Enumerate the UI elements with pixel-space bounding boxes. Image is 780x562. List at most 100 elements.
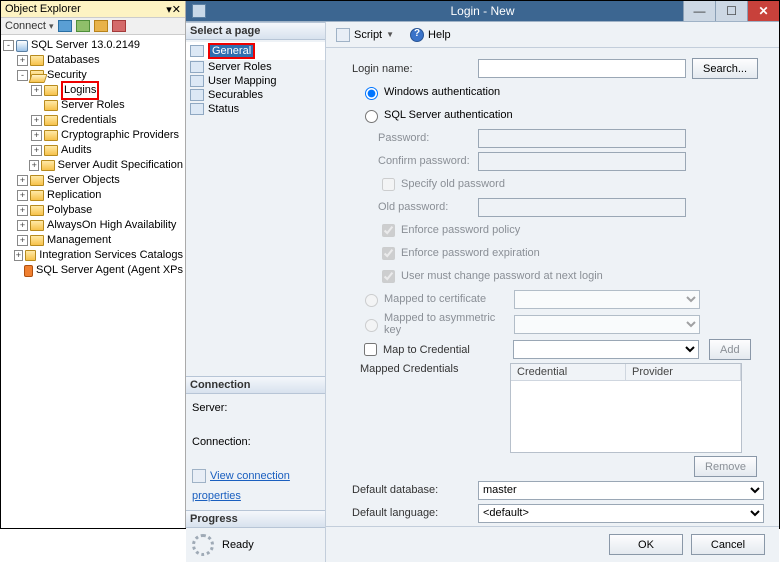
folder-icon [30, 175, 44, 186]
mapped-asym-label: Mapped to asymmetric key [384, 312, 514, 336]
folder-icon [30, 205, 44, 216]
tree-server-objects[interactable]: Server Objects [47, 173, 120, 188]
tree-polybase[interactable]: Polybase [47, 203, 92, 218]
mapped-credentials-table[interactable]: CredentialProvider [510, 363, 742, 453]
object-explorer-toolbar: Connect ▾ [1, 18, 185, 35]
connect-icon[interactable] [58, 20, 72, 32]
tree-toggle[interactable]: + [31, 130, 42, 141]
connection-header: Connection [186, 376, 325, 394]
mapped-asym-radio [365, 319, 378, 332]
progress-spinner-icon [192, 534, 214, 556]
tree-toggle[interactable]: + [17, 55, 28, 66]
tree-toggle[interactable]: + [31, 85, 42, 96]
dialog-footer: OK Cancel [326, 526, 779, 562]
page-user-mapping[interactable]: User Mapping [186, 74, 325, 88]
progress-header: Progress [186, 510, 325, 528]
search-button[interactable]: Search... [692, 58, 758, 79]
tree-management[interactable]: Management [47, 233, 111, 248]
tree-toggle[interactable]: + [31, 115, 42, 126]
enforce-policy-label: Enforce password policy [401, 224, 520, 236]
help-icon [410, 28, 424, 42]
map-credential-label: Map to Credential [383, 344, 513, 356]
filter-icon[interactable] [94, 20, 108, 32]
dialog-titlebar[interactable]: Login - New — ☐ ✕ [186, 1, 779, 21]
connect-button[interactable]: Connect ▾ [5, 20, 54, 32]
folder-icon [25, 250, 36, 261]
confirm-password-label: Confirm password: [378, 155, 478, 167]
specify-old-password-label: Specify old password [401, 178, 505, 190]
tree-toggle[interactable]: + [17, 175, 28, 186]
tree-server-roles[interactable]: Server Roles [61, 98, 125, 113]
password-label: Password: [378, 132, 478, 144]
folder-icon [30, 190, 44, 201]
page-icon [190, 45, 204, 57]
remove-button: Remove [694, 456, 757, 477]
mapped-cert-radio [365, 294, 378, 307]
close-button[interactable]: ✕ [747, 1, 779, 21]
dialog-system-icon [192, 4, 206, 18]
view-connection-properties-link[interactable]: View connection properties [192, 470, 290, 502]
tree-toggle[interactable]: - [3, 40, 14, 51]
folder-icon [41, 160, 54, 171]
select-page-header: Select a page [186, 22, 325, 40]
tree-toggle[interactable]: + [17, 235, 28, 246]
server-icon [16, 40, 28, 52]
script-button[interactable]: Script▼ [332, 27, 398, 43]
map-credential-checkbox[interactable] [364, 343, 377, 356]
windows-auth-radio[interactable] [365, 87, 378, 100]
credential-column-header: Credential [511, 364, 626, 380]
default-language-select[interactable]: <default> [478, 504, 764, 523]
folder-icon [44, 130, 58, 141]
script-icon [336, 28, 350, 42]
tree-replication[interactable]: Replication [47, 188, 101, 203]
tree-isc[interactable]: Integration Services Catalogs [39, 248, 183, 263]
tree-agent[interactable]: SQL Server Agent (Agent XPs [36, 263, 183, 278]
refresh-icon[interactable] [76, 20, 90, 32]
tree-databases[interactable]: Databases [47, 53, 100, 68]
pin-icon[interactable]: ▾✕ [166, 3, 181, 16]
stop-icon[interactable] [112, 20, 126, 32]
enforce-expiration-label: Enforce password expiration [401, 247, 540, 259]
connection-label: Connection: [192, 432, 319, 452]
password-input [478, 129, 686, 148]
page-securables[interactable]: Securables [186, 88, 325, 102]
help-button[interactable]: Help [406, 27, 455, 43]
sql-auth-label: SQL Server authentication [384, 109, 513, 121]
map-credential-select[interactable] [513, 340, 699, 359]
must-change-label: User must change password at next login [401, 270, 603, 282]
page-icon [190, 89, 204, 101]
login-new-dialog: Login - New — ☐ ✕ Select a page General … [186, 1, 779, 528]
page-status[interactable]: Status [186, 102, 325, 116]
tree-credentials[interactable]: Credentials [61, 113, 117, 128]
server-node[interactable]: SQL Server 13.0.2149 [31, 38, 140, 53]
tree-sas[interactable]: Server Audit Specification [58, 158, 183, 173]
page-general[interactable]: General [186, 42, 325, 60]
login-name-input[interactable] [478, 59, 686, 78]
page-server-roles[interactable]: Server Roles [186, 60, 325, 74]
page-icon [190, 75, 204, 87]
tree-toggle[interactable]: + [31, 145, 42, 156]
object-explorer-tree[interactable]: -SQL Server 13.0.2149 +Databases -Securi… [1, 35, 185, 281]
cancel-button[interactable]: Cancel [691, 534, 765, 555]
tree-toggle[interactable]: - [17, 70, 28, 81]
maximize-button[interactable]: ☐ [715, 1, 747, 21]
tree-toggle[interactable]: + [17, 220, 28, 231]
mapped-credentials-label: Mapped Credentials [360, 363, 510, 375]
dialog-form-area: Script▼ Help Login name: Search... Windo… [326, 22, 779, 562]
tree-toggle[interactable]: + [29, 160, 39, 171]
progress-status: Ready [222, 539, 254, 551]
tree-alwayson[interactable]: AlwaysOn High Availability [47, 218, 176, 233]
ok-button[interactable]: OK [609, 534, 683, 555]
default-database-select[interactable]: master [478, 481, 764, 500]
sql-auth-radio[interactable] [365, 110, 378, 123]
specify-old-password-checkbox [382, 178, 395, 191]
default-database-label: Default database: [352, 484, 478, 496]
agent-icon [24, 265, 33, 277]
tree-toggle[interactable]: + [17, 190, 28, 201]
tree-audits[interactable]: Audits [61, 143, 92, 158]
tree-crypto[interactable]: Cryptographic Providers [61, 128, 179, 143]
tree-toggle[interactable]: + [14, 250, 23, 261]
folder-icon [30, 235, 44, 246]
tree-toggle[interactable]: + [17, 205, 28, 216]
minimize-button[interactable]: — [683, 1, 715, 21]
